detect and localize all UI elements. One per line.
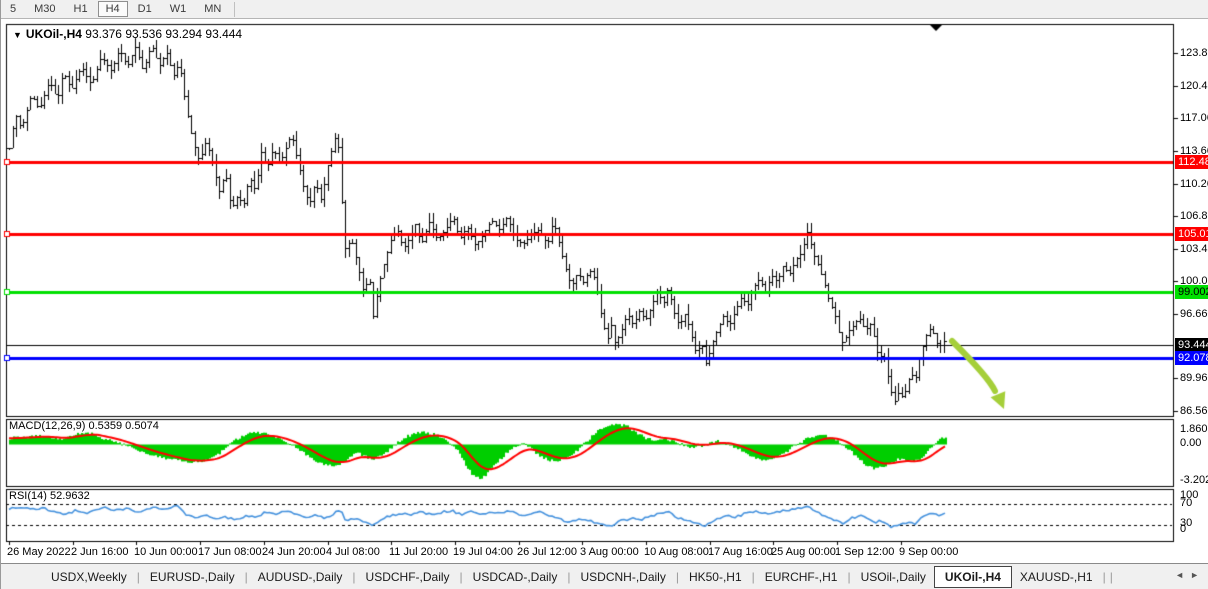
date-axis-label: 1 Sep 12:00 [835, 546, 894, 558]
tab-separator: | [1101, 570, 1108, 584]
tab-separator: | [135, 570, 142, 584]
date-axis-label: 17 Aug 16:00 [708, 546, 773, 558]
chart-symbol: UKOil-,H4 [26, 27, 82, 41]
price-axis-tick: 96.660 [1180, 308, 1208, 321]
tab-separator: | [845, 570, 852, 584]
date-axis-label: 26 May 2022 [7, 546, 71, 558]
date-axis-label: 9 Sep 00:00 [899, 546, 958, 558]
timeframe-button-m30[interactable]: M30 [26, 2, 63, 16]
symbol-tab-bar: USDX,Weekly|EURUSD-,Daily|AUDUSD-,Daily|… [1, 563, 1208, 589]
tab-separator: | [458, 570, 465, 584]
price-axis-tick: 117.060 [1180, 112, 1208, 125]
price-line-label-99.002: 99.002 [1175, 285, 1208, 299]
tab-separator: | [243, 570, 250, 584]
price-axis-tick: 123.860 [1180, 47, 1208, 60]
macd-axis-tick: -3.2023 [1180, 474, 1208, 487]
tab-separator: | [350, 570, 357, 584]
tab-usdchf-daily[interactable]: USDCHF-,Daily [358, 567, 458, 587]
macd-axis-tick: 1.8606 [1180, 423, 1208, 436]
tab-usoil-daily[interactable]: USOil-,Daily [853, 567, 934, 587]
macd-values: 0.5359 0.5074 [88, 420, 158, 432]
price-axis-tick: 110.260 [1180, 178, 1208, 191]
timeframe-button-d1[interactable]: D1 [130, 2, 160, 16]
date-axis-label: 4 Jul 08:00 [326, 546, 380, 558]
tab-separator: | [1108, 570, 1115, 584]
tab-audusd-daily[interactable]: AUDUSD-,Daily [250, 567, 351, 587]
timeframe-button-w1[interactable]: W1 [162, 2, 195, 16]
toolbar-separator [234, 2, 235, 17]
price-axis-tick: 89.960 [1180, 372, 1208, 385]
chart-ohlc-values: 93.376 93.536 93.294 93.444 [85, 27, 242, 41]
date-axis-label: 25 Aug 00:00 [771, 546, 836, 558]
rsi-axis-tick: 70 [1180, 497, 1208, 510]
tab-usdcnh-daily[interactable]: USDCNH-,Daily [572, 567, 673, 587]
date-axis-label: 10 Aug 08:00 [644, 546, 709, 558]
timeframe-button-mn[interactable]: MN [196, 2, 229, 16]
timeframe-toolbar: 5M30H1H4D1W1MN [1, 0, 1208, 19]
date-axis-label: 2 Jun 16:00 [71, 546, 129, 558]
price-axis-tick: 120.460 [1180, 80, 1208, 93]
tab-eurchf-h1[interactable]: EURCHF-,H1 [757, 567, 846, 587]
price-axis-tick: 103.460 [1180, 243, 1208, 256]
date-axis-label: 24 Jun 20:00 [262, 546, 326, 558]
chart-area: ▼ UKOil-,H4 93.376 93.536 93.294 93.444 M… [1, 19, 1208, 563]
date-axis-label: 10 Jun 00:00 [134, 546, 198, 558]
tab-scroll-arrows[interactable]: ◄► [1175, 570, 1205, 580]
date-axis-label: 17 Jun 08:00 [198, 546, 262, 558]
rsi-indicator-label: RSI(14) 52.9632 [9, 490, 90, 502]
tab-hk50-h1[interactable]: HK50-,H1 [681, 567, 750, 587]
tab-separator: | [565, 570, 572, 584]
tab-eurusd-daily[interactable]: EURUSD-,Daily [142, 567, 243, 587]
macd-name: MACD(12,26,9) [9, 420, 85, 432]
tab-ukoil-h4[interactable]: UKOil-,H4 [934, 566, 1012, 588]
macd-indicator-label: MACD(12,26,9) 0.5359 0.5074 [9, 420, 159, 432]
date-axis-label: 19 Jul 04:00 [453, 546, 513, 558]
price-line-label-105.015: 105.015 [1175, 227, 1208, 241]
tab-separator: | [674, 570, 681, 584]
macd-axis-tick: 0.00 [1180, 437, 1208, 450]
rsi-value: 52.9632 [50, 490, 90, 502]
tab-xauusd-h1[interactable]: XAUUSD-,H1 [1012, 567, 1101, 587]
rsi-name: RSI(14) [9, 490, 47, 502]
tab-usdcad-daily[interactable]: USDCAD-,Daily [465, 567, 566, 587]
price-axis-tick: 106.860 [1180, 210, 1208, 223]
chart-title: ▼ UKOil-,H4 93.376 93.536 93.294 93.444 [13, 27, 242, 41]
date-axis-label: 11 Jul 20:00 [389, 546, 448, 558]
tab-usdx-weekly[interactable]: USDX,Weekly [43, 567, 135, 587]
price-line-label-92.078: 92.078 [1175, 351, 1208, 365]
price-line-label-112.486: 112.486 [1175, 155, 1208, 169]
tab-separator: | [750, 570, 757, 584]
triangle-down-icon[interactable]: ▼ [13, 30, 22, 40]
trading-terminal-window: 5M30H1H4D1W1MN ▼ UKOil-,H4 93.376 93.536 … [0, 0, 1208, 589]
timeframe-button-h4[interactable]: H4 [98, 1, 128, 17]
timeframe-button-h1[interactable]: H1 [66, 2, 96, 16]
date-axis-label: 26 Jul 12:00 [517, 546, 577, 558]
price-line-label-93.444: 93.444 [1175, 338, 1208, 352]
price-axis-tick: 86.560 [1180, 405, 1208, 418]
date-axis-label: 3 Aug 00:00 [580, 546, 639, 558]
chart-canvas[interactable] [1, 19, 1208, 563]
rsi-axis-tick: 0 [1180, 523, 1208, 536]
timeframe-button-5[interactable]: 5 [2, 2, 24, 16]
